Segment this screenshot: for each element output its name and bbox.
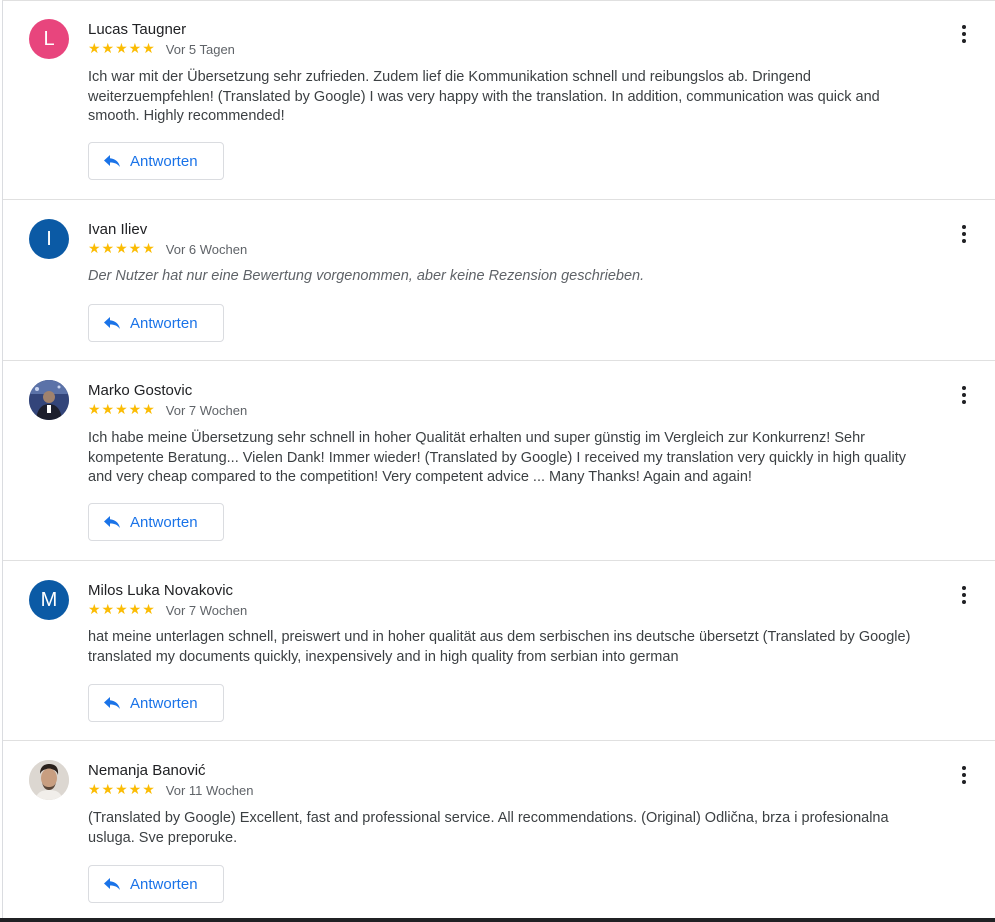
review-text: (Translated by Google) Excellent, fast a… — [88, 810, 889, 846]
star-rating: ★★★★★ — [88, 241, 156, 257]
rating-row: ★★★★★ Vor 11 Wochen — [88, 782, 253, 798]
review-item: Nemanja Banović ★★★★★ Vor 11 Wochen (Tra… — [3, 741, 995, 919]
reply-button[interactable]: Antworten — [88, 865, 224, 903]
reply-button[interactable]: Antworten — [88, 142, 224, 180]
profile-photo — [29, 380, 69, 420]
avatar[interactable] — [29, 760, 69, 800]
avatar[interactable] — [29, 380, 69, 420]
star-rating: ★★★★★ — [88, 782, 156, 798]
reply-button[interactable]: Antworten — [88, 304, 224, 342]
reply-button-label: Antworten — [130, 694, 198, 712]
review-text: hat meine unterlagen schnell, preiswert … — [88, 629, 911, 665]
profile-photo — [29, 760, 69, 800]
avatar-initial: M — [40, 588, 58, 611]
review-item: L Lucas Taugner ★★★★★ Vor 5 Tagen Ich wa… — [3, 1, 995, 200]
reply-icon — [104, 878, 120, 890]
reviews-panel: L Lucas Taugner ★★★★★ Vor 5 Tagen Ich wa… — [2, 0, 995, 918]
review-text: Ich habe meine Übersetzung sehr schnell … — [88, 430, 907, 485]
review-date: Vor 11 Wochen — [165, 782, 254, 798]
reply-button-label: Antworten — [130, 314, 198, 332]
rating-row: ★★★★★ Vor 5 Tagen — [88, 41, 235, 57]
review-date: Vor 6 Wochen — [165, 241, 248, 257]
reviewer-name[interactable]: Milos Luka Novakovic — [88, 582, 233, 599]
more-options-icon[interactable] — [953, 222, 975, 246]
avatar-initial: L — [43, 27, 55, 50]
more-options-icon[interactable] — [953, 763, 975, 787]
review-item: I Ivan Iliev ★★★★★ Vor 6 Wochen Der Nutz… — [3, 200, 995, 361]
reply-button-label: Antworten — [130, 513, 198, 531]
review-date: Vor 5 Tagen — [165, 41, 235, 57]
reviewer-name[interactable]: Ivan Iliev — [88, 221, 147, 238]
reply-button-label: Antworten — [130, 152, 198, 170]
rating-row: ★★★★★ Vor 7 Wochen — [88, 602, 247, 618]
avatar[interactable]: I — [29, 219, 69, 259]
review-text: Der Nutzer hat nur eine Bewertung vorgen… — [88, 268, 645, 284]
rating-row: ★★★★★ Vor 6 Wochen — [88, 241, 247, 257]
reply-icon — [104, 516, 120, 528]
reply-icon — [104, 697, 120, 709]
rating-row: ★★★★★ Vor 7 Wochen — [88, 402, 247, 418]
reply-icon — [104, 317, 120, 329]
review-item: M Milos Luka Novakovic ★★★★★ Vor 7 Woche… — [3, 561, 995, 741]
more-options-icon[interactable] — [953, 22, 975, 46]
star-rating: ★★★★★ — [88, 402, 156, 418]
bottom-border — [0, 918, 995, 922]
avatar[interactable]: M — [29, 580, 69, 620]
review-date: Vor 7 Wochen — [165, 602, 248, 618]
avatar-initial: I — [46, 227, 52, 250]
review-text: Ich war mit der Übersetzung sehr zufried… — [88, 69, 880, 124]
reviewer-name[interactable]: Lucas Taugner — [88, 21, 186, 38]
reviewer-name[interactable]: Marko Gostovic — [88, 382, 192, 399]
star-rating: ★★★★★ — [88, 41, 156, 57]
reply-button[interactable]: Antworten — [88, 684, 224, 722]
avatar[interactable]: L — [29, 19, 69, 59]
review-date: Vor 7 Wochen — [165, 402, 248, 418]
star-rating: ★★★★★ — [88, 602, 156, 618]
more-options-icon[interactable] — [953, 583, 975, 607]
reply-button[interactable]: Antworten — [88, 503, 224, 541]
reply-icon — [104, 155, 120, 167]
more-options-icon[interactable] — [953, 383, 975, 407]
review-item: Marko Gostovic ★★★★★ Vor 7 Wochen Ich ha… — [3, 361, 995, 561]
reply-button-label: Antworten — [130, 875, 198, 893]
reviewer-name[interactable]: Nemanja Banović — [88, 762, 206, 779]
